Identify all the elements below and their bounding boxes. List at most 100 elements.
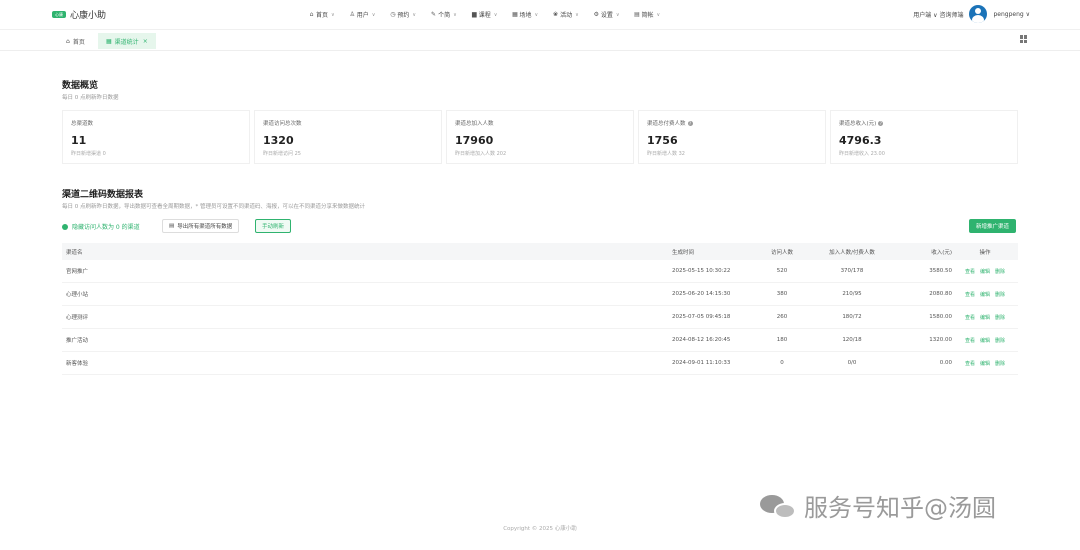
cell-name: 新客体验 — [66, 361, 89, 367]
stat-label: 总渠道数 — [71, 121, 94, 127]
help-icon[interactable]: ? — [878, 121, 884, 126]
home-icon: ⌂ — [309, 11, 314, 18]
grid-icon[interactable] — [1020, 35, 1028, 43]
row-op-2[interactable]: 删除 — [995, 291, 1005, 298]
activity-icon: ❀ — [553, 11, 559, 18]
stat-value: 11 — [71, 134, 87, 147]
row-op-1[interactable]: 编辑 — [980, 360, 990, 367]
nav-label: 场地 — [519, 12, 532, 19]
role-switch[interactable]: 用户端 ∨ 咨询师端 — [913, 10, 963, 19]
nav-item-5[interactable]: ▦ 场地 ∨ — [511, 10, 538, 19]
stat-card: 渠道访问总次数 1320 昨日新增访问 25 — [254, 110, 442, 164]
avatar[interactable] — [969, 5, 988, 23]
channel-table: 渠道名 生成时间 访问人数 加入人数/付费人数 收入(元) 操作 官网推广 202… — [62, 243, 1018, 375]
cell-visits: 260 — [776, 314, 788, 320]
nav-label: 简帐 — [641, 12, 654, 19]
stat-card: 渠道总收入(元)? 4796.3 昨日新增收入 23.00 — [830, 110, 1018, 164]
user-icon: ♙ — [349, 11, 355, 18]
row-op-2[interactable]: 删除 — [995, 337, 1005, 344]
cell-visits: 180 — [776, 337, 788, 343]
logo-badge: 心康 — [52, 11, 66, 18]
venue-icon: ▦ — [512, 11, 518, 18]
cell-join-pay: 210/95 — [842, 291, 862, 297]
username-dropdown[interactable]: pengpeng ∨ — [993, 11, 1030, 18]
cell-ops: 查看 编辑 删除 — [952, 268, 1018, 275]
stat-label: 渠道总收入(元)? — [839, 121, 884, 127]
export-all-button[interactable]: ▤ 导出所有渠道所有数据 — [162, 219, 240, 233]
row-op-1[interactable]: 编辑 — [980, 291, 990, 298]
nav-item-2[interactable]: ◷ 预约 ∨ — [389, 10, 416, 19]
hide-zero-toggle[interactable]: 隐藏访问人数为 0 的渠道 — [62, 222, 140, 231]
chevron-down-icon: ∨ — [331, 11, 335, 18]
col-time: 生成时间 — [672, 249, 695, 256]
cell-time: 2024-09-01 11:10:33 — [672, 360, 731, 366]
overview-title: 数据概览 — [62, 81, 99, 91]
nav-item-4[interactable]: ▆ 课程 ∨ — [471, 10, 498, 19]
app-logo[interactable]: 心康 心康小助 — [52, 8, 106, 21]
tab-channel-stats[interactable]: ▦ 渠道统计 × — [98, 33, 156, 49]
stat-foot: 昨日新增人数 32 — [647, 151, 685, 157]
cell-time: 2025-05-15 10:30:22 — [672, 268, 731, 274]
add-channel-button[interactable]: 新增推广渠道 — [969, 219, 1017, 233]
table-row: 官网推广 2025-05-15 10:30:22 520 370/178 3580.50… — [62, 260, 1018, 283]
cell-visits: 0 — [780, 360, 784, 366]
nav-label: 预约 — [397, 12, 410, 19]
table-row: 心理测评 2025-07-05 09:45:18 260 180/72 1580.00 查… — [62, 306, 1018, 329]
cell-ops: 查看 编辑 删除 — [952, 337, 1018, 344]
row-op-2[interactable]: 删除 — [995, 268, 1005, 275]
stat-value: 1756 — [647, 134, 678, 147]
row-op-2[interactable]: 删除 — [995, 314, 1005, 321]
row-op-0[interactable]: 查看 — [965, 291, 975, 298]
row-op-2[interactable]: 删除 — [995, 360, 1005, 367]
cell-income: 2080.80 — [929, 291, 952, 297]
row-op-1[interactable]: 编辑 — [980, 268, 990, 275]
col-ops: 操作 — [979, 249, 991, 256]
close-icon[interactable]: × — [143, 38, 148, 45]
col-visits: 访问人数 — [770, 249, 793, 256]
col-name: 渠道名 — [66, 249, 83, 256]
row-op-0[interactable]: 查看 — [965, 337, 975, 344]
list-icon: ▤ — [634, 11, 640, 18]
cell-income: 3580.50 — [929, 268, 952, 274]
tab-home[interactable]: ⌂ 首页 — [58, 33, 93, 49]
report-subtitle: 每日 0 点刷新昨日数据，导出数据可查看全周期数据，* 管理员可设置不同渠道码、… — [62, 204, 365, 210]
edit-icon: ✎ — [431, 11, 437, 18]
row-op-1[interactable]: 编辑 — [980, 314, 990, 321]
cell-join-pay: 180/72 — [842, 314, 862, 320]
nav-label: 个简 — [438, 12, 451, 19]
calendar-icon: ◷ — [390, 11, 396, 18]
row-op-0[interactable]: 查看 — [965, 360, 975, 367]
nav-item-8[interactable]: ▤ 简帐 ∨ — [634, 10, 661, 19]
row-op-0[interactable]: 查看 — [965, 268, 975, 275]
nav-item-0[interactable]: ⌂ 首页 ∨ — [308, 10, 335, 19]
refresh-button[interactable]: 手动刷新 — [255, 219, 292, 233]
help-icon[interactable]: ? — [687, 121, 693, 126]
row-op-1[interactable]: 编辑 — [980, 337, 990, 344]
chevron-down-icon: ∨ — [656, 11, 661, 18]
nav-item-1[interactable]: ♙ 用户 ∨ — [349, 10, 375, 19]
stat-card: 渠道总付费人数? 1756 昨日新增人数 32 — [638, 110, 826, 164]
stat-card: 渠道总加入人数 17960 昨日新增加入人数 202 — [446, 110, 634, 164]
tab-home-label: 首页 — [72, 38, 85, 46]
nav-label: 课程 — [478, 12, 491, 19]
nav-item-6[interactable]: ❀ 活动 ∨ — [552, 10, 579, 19]
nav-label: 活动 — [560, 12, 573, 19]
export-icon: ▤ — [169, 223, 175, 229]
stat-foot: 昨日新增访问 25 — [263, 151, 301, 157]
cell-join-pay: 0/0 — [847, 360, 857, 366]
cell-join-pay: 120/18 — [842, 337, 862, 343]
nav-item-7[interactable]: ⚙ 设置 ∨ — [593, 10, 620, 19]
stat-card: 总渠道数 11 昨日新增渠道 0 — [62, 110, 250, 164]
col-income: 收入(元) — [931, 249, 952, 256]
table-icon: ▦ — [106, 37, 112, 45]
stat-label: 渠道访问总次数 — [263, 121, 302, 127]
report-title: 渠道二维码数据报表 — [62, 190, 144, 200]
stat-value: 17960 — [455, 134, 494, 147]
stat-cards: 总渠道数 11 昨日新增渠道 0 渠道访问总次数 1320 昨日新增访问 25 渠道总加入人… — [62, 110, 1018, 164]
cell-income: 0.00 — [939, 360, 952, 366]
stat-label: 渠道总加入人数 — [455, 121, 494, 127]
cell-name: 心理测评 — [66, 315, 89, 321]
table-row: 推广活动 2024-08-12 16:20:45 180 120/18 1320.00 查… — [62, 329, 1018, 352]
row-op-0[interactable]: 查看 — [965, 314, 975, 321]
nav-item-3[interactable]: ✎ 个简 ∨ — [430, 10, 457, 19]
